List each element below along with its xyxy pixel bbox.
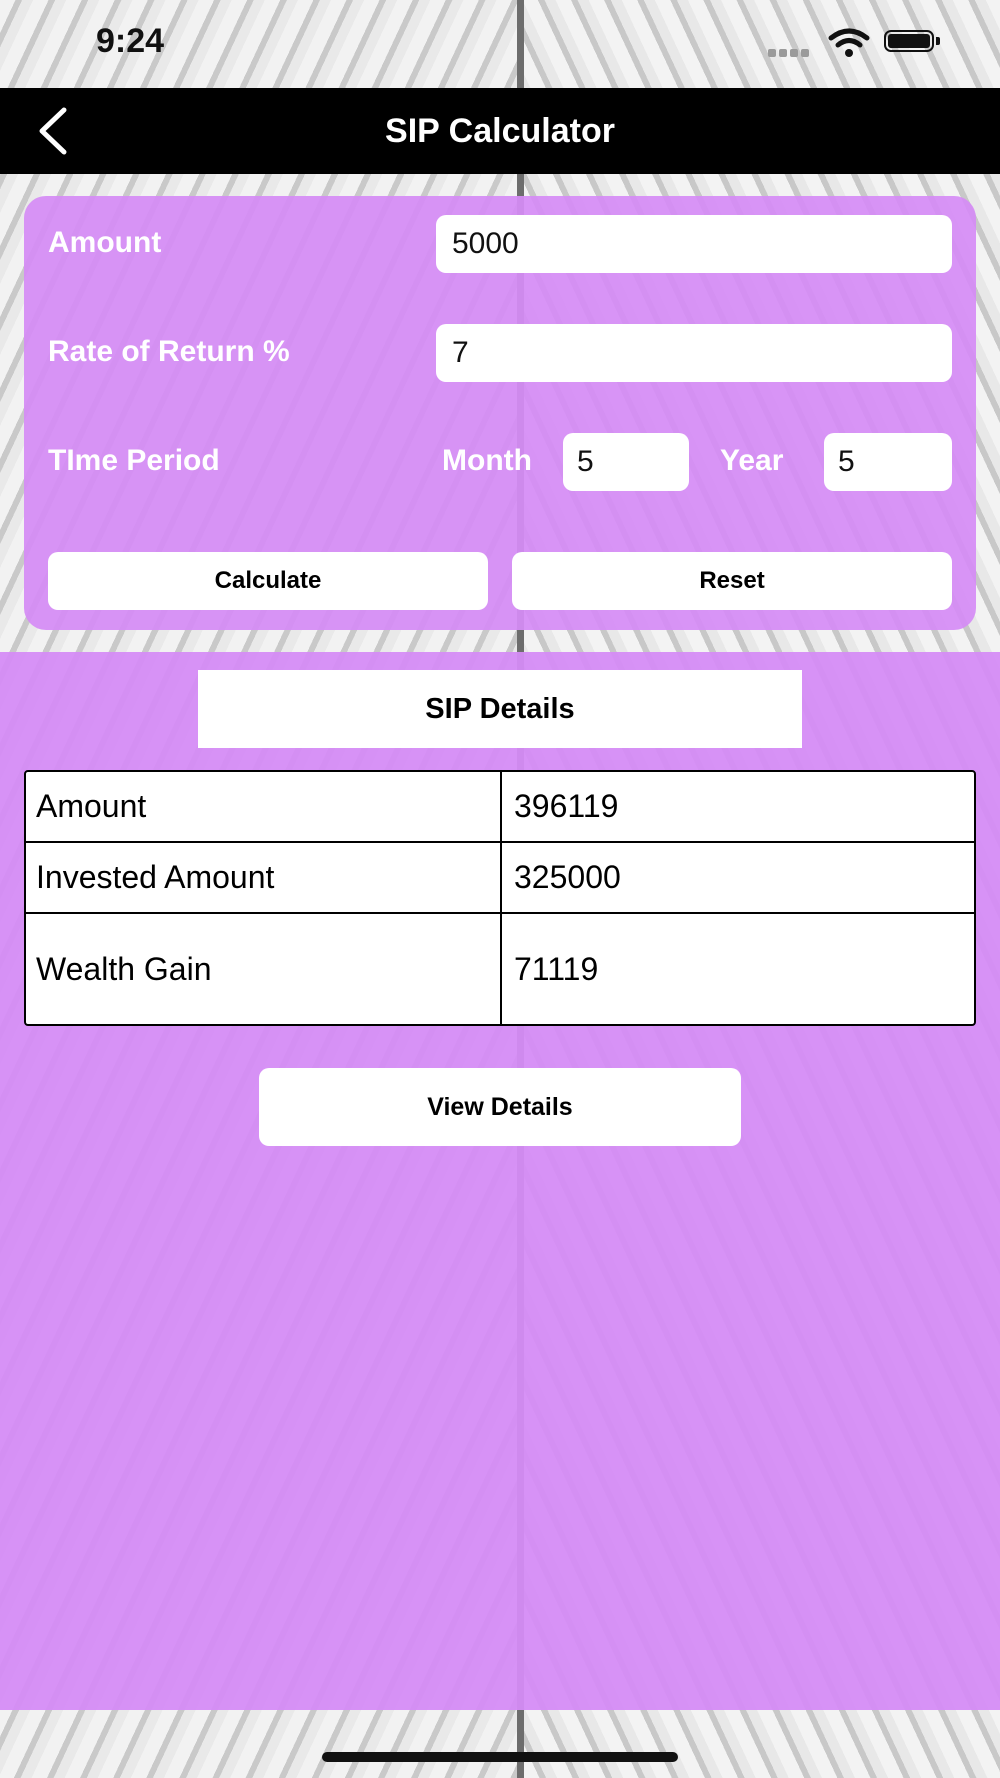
cellular-signal-icon	[768, 44, 816, 57]
month-label: Month	[442, 444, 532, 477]
row-value: 71119	[514, 950, 599, 987]
time-period-label: TIme Period	[48, 444, 220, 477]
amount-input[interactable]	[436, 215, 952, 273]
home-indicator[interactable]	[322, 1752, 678, 1762]
rate-of-return-label: Rate of Return %	[48, 335, 290, 368]
navigation-bar: SIP Calculator	[0, 88, 1000, 174]
row-label: Invested Amount	[36, 859, 275, 895]
sip-details-heading: SIP Details	[198, 670, 802, 748]
calculator-form: Amount Rate of Return % TIme Period Mont…	[24, 196, 976, 630]
column-divider	[500, 772, 502, 1024]
amount-label: Amount	[48, 226, 162, 259]
battery-icon	[884, 30, 940, 56]
row-label: Amount	[36, 788, 147, 824]
reset-button[interactable]: Reset	[512, 552, 952, 610]
rate-of-return-input[interactable]	[436, 324, 952, 382]
results-panel: SIP Details Amount 396119 Invested Amoun…	[0, 652, 1000, 1710]
wifi-icon	[828, 28, 870, 57]
status-bar: 9:24	[0, 0, 1000, 88]
status-time: 9:24	[96, 22, 165, 60]
month-input[interactable]	[563, 433, 689, 491]
calculate-button[interactable]: Calculate	[48, 552, 488, 610]
row-value: 396119	[514, 788, 619, 824]
page-title: SIP Calculator	[385, 112, 615, 150]
year-label: Year	[720, 444, 784, 477]
view-details-button[interactable]: View Details	[259, 1068, 741, 1146]
results-table: Amount 396119 Invested Amount 325000 Wea…	[24, 770, 976, 1026]
year-input[interactable]	[824, 433, 952, 491]
row-value: 325000	[514, 859, 621, 895]
row-label: Wealth Gain	[36, 950, 212, 987]
